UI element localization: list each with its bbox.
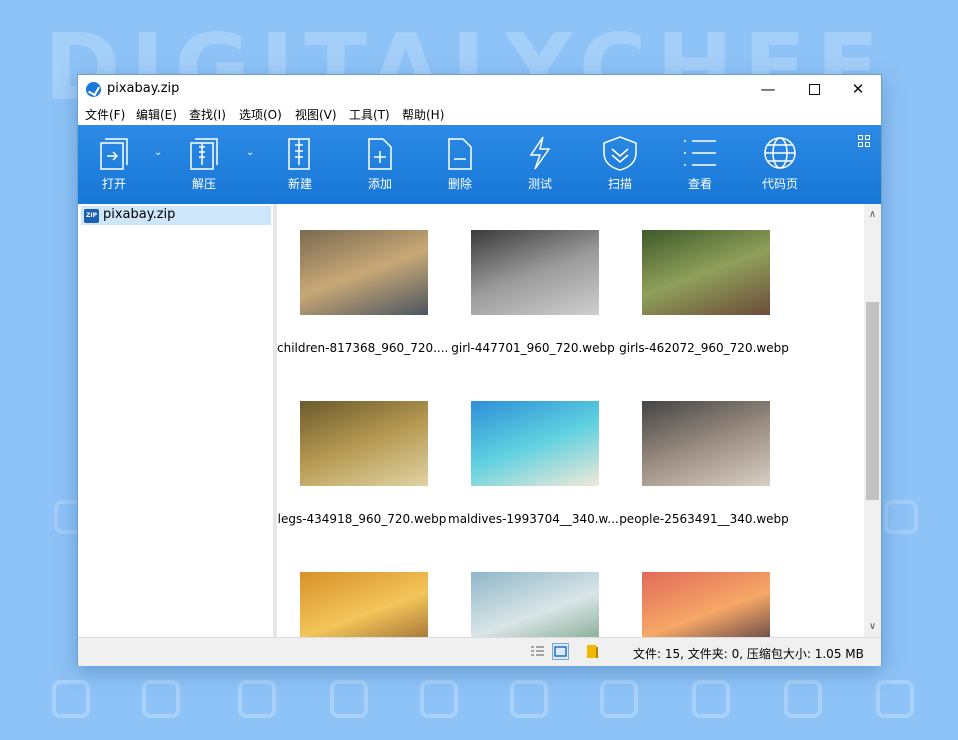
menu-help[interactable]: 帮助(H) [402, 106, 444, 123]
close-button[interactable]: ✕ [835, 75, 881, 104]
archive-info-icon[interactable] [585, 644, 600, 659]
image-thumbnail [642, 401, 770, 486]
delete-icon [448, 138, 472, 170]
image-thumbnail [471, 401, 599, 486]
scroll-down-icon[interactable]: ∨ [864, 618, 881, 635]
open-dropdown-icon[interactable]: ⌄ [154, 147, 162, 158]
menu-edit[interactable]: 编辑(E) [136, 106, 177, 123]
extract-icon [190, 138, 218, 170]
menu-options[interactable]: 选项(O) [239, 106, 282, 123]
open-label: 打开 [101, 177, 126, 191]
list-view-icon [684, 140, 716, 166]
file-name: girls-462072_960_720.webp [619, 341, 789, 355]
test-icon [529, 136, 551, 170]
image-thumbnail [300, 230, 428, 315]
maximize-button[interactable] [791, 75, 837, 104]
minimize-button[interactable]: — [745, 75, 791, 104]
details-view-icon[interactable] [530, 644, 545, 659]
app-icon [86, 82, 101, 97]
title-bar: pixabay.zip — ✕ [78, 75, 881, 104]
shield-icon [603, 136, 637, 171]
toolbar: 打开 ⌄ 解压 ⌄ 新建 添加 删除 测试 扫描 查看 代码页 [78, 125, 881, 204]
scan-label: 扫描 [607, 177, 632, 191]
image-thumbnail [300, 401, 428, 486]
image-thumbnail [471, 230, 599, 315]
maximize-icon [808, 84, 820, 95]
view-button[interactable]: 查看 [675, 135, 725, 192]
scan-button[interactable]: 扫描 [595, 135, 645, 192]
test-label: 测试 [527, 177, 552, 191]
image-thumbnail [300, 572, 428, 637]
vertical-scrollbar[interactable]: ∧ ∨ [864, 204, 881, 637]
menu-file[interactable]: 文件(F) [85, 106, 125, 123]
thumbnail-view-icon[interactable] [552, 643, 569, 660]
tree-item-archive[interactable]: ZIP pixabay.zip [81, 206, 271, 225]
view-label: 查看 [687, 177, 712, 191]
add-label: 添加 [367, 177, 392, 191]
new-button[interactable]: 新建 [275, 135, 325, 192]
decorative-icon [884, 500, 918, 534]
file-name: girl-447701_960_720.webp [451, 341, 615, 355]
window-title: pixabay.zip [107, 81, 180, 96]
menu-find[interactable]: 查找(I) [189, 106, 226, 123]
file-name: legs-434918_960_720.webp [277, 512, 447, 526]
delete-label: 删除 [447, 177, 472, 191]
new-label: 新建 [287, 177, 312, 191]
open-button[interactable]: 打开 [89, 135, 139, 192]
file-name: maldives-1993704__340.w... [448, 512, 618, 526]
extract-button[interactable]: 解压 [179, 135, 229, 192]
scroll-thumb[interactable] [866, 302, 879, 500]
status-bar: 文件: 15, 文件夹: 0, 压缩包大小: 1.05 MB [78, 637, 881, 666]
menu-view[interactable]: 视图(V) [295, 106, 337, 123]
image-thumbnail [642, 572, 770, 637]
tree-item-label: pixabay.zip [103, 207, 176, 222]
file-thumbnail-grid: children-817368_960_720.... girl-447701_… [277, 204, 864, 637]
add-button[interactable]: 添加 [355, 135, 405, 192]
extract-label: 解压 [191, 177, 216, 191]
menu-tools[interactable]: 工具(T) [349, 106, 390, 123]
menu-bar: 文件(F) 编辑(E) 查找(I) 选项(O) 视图(V) 工具(T) 帮助(H… [78, 104, 881, 125]
folder-tree: ZIP pixabay.zip [78, 204, 273, 637]
status-summary: 文件: 15, 文件夹: 0, 压缩包大小: 1.05 MB [633, 647, 864, 661]
new-icon [288, 138, 310, 170]
codepage-button[interactable]: 代码页 [755, 135, 805, 192]
image-thumbnail [642, 230, 770, 315]
scroll-up-icon[interactable]: ∧ [864, 206, 881, 223]
image-thumbnail [471, 572, 599, 637]
layout-grid-icon[interactable] [858, 135, 871, 148]
file-name: children-817368_960_720.... [277, 341, 447, 355]
globe-icon [764, 137, 796, 169]
decorative-icons-row [0, 660, 958, 740]
app-window: pixabay.zip — ✕ 文件(F) 编辑(E) 查找(I) 选项(O) … [77, 74, 882, 666]
file-name: people-2563491__340.webp [619, 512, 789, 526]
test-button[interactable]: 测试 [515, 135, 565, 192]
zip-file-icon: ZIP [84, 209, 99, 223]
add-icon [368, 138, 392, 170]
codepage-label: 代码页 [761, 177, 798, 191]
open-icon [100, 138, 128, 170]
delete-button[interactable]: 删除 [435, 135, 485, 192]
extract-dropdown-icon[interactable]: ⌄ [246, 147, 254, 158]
